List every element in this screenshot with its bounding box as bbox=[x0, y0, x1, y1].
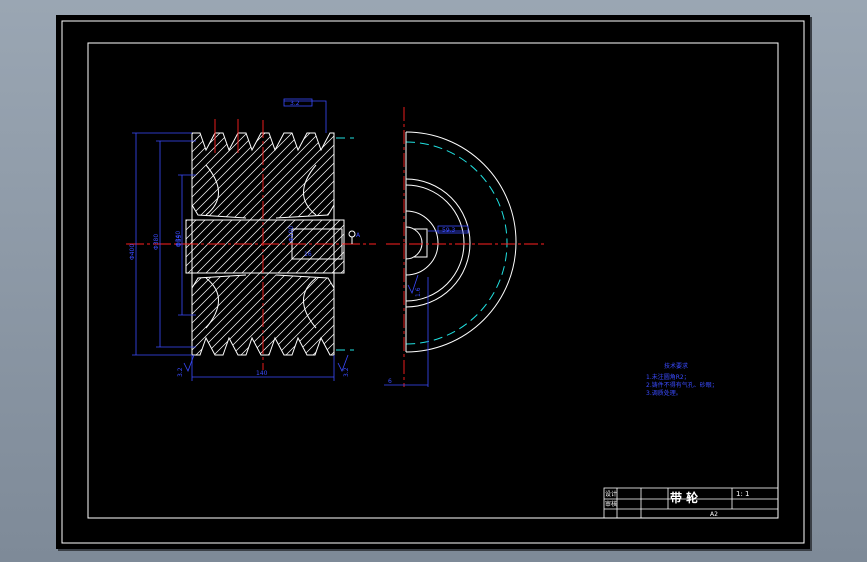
hatch-line bbox=[186, 133, 328, 355]
dim-hub-offset: 6 bbox=[388, 378, 392, 385]
hatch-line bbox=[266, 133, 344, 355]
hatch-line bbox=[248, 133, 344, 355]
hatch-line bbox=[56, 125, 183, 365]
hatch-line bbox=[320, 133, 344, 355]
part-name: 带 轮 bbox=[670, 490, 699, 505]
hatch-line bbox=[186, 133, 292, 355]
hatch-line bbox=[186, 133, 344, 355]
title-block-label-design: 设计 bbox=[605, 490, 617, 498]
scale: 1: 1 bbox=[736, 490, 750, 498]
hatch-line bbox=[257, 133, 344, 355]
roughness-top-value: 3.2 bbox=[290, 100, 300, 107]
rim-outer-arc bbox=[405, 131, 517, 353]
roughness-right-value: 3.2 bbox=[343, 367, 350, 377]
hatch-line bbox=[366, 125, 606, 365]
tech-req-item: 1.未注圆角R2； bbox=[646, 373, 690, 381]
section-datum-circle bbox=[348, 230, 356, 238]
roughness-bore-value: 1.6 bbox=[415, 287, 422, 297]
keyway-slot bbox=[413, 228, 428, 258]
dim-pitch-diameter: Φ380 bbox=[153, 234, 160, 250]
hatch-line bbox=[230, 133, 344, 355]
dim-keyway: 16 bbox=[304, 251, 312, 258]
hatch-line bbox=[186, 133, 193, 355]
hatch-line bbox=[420, 125, 660, 365]
tech-req-heading: 技术要求 bbox=[664, 362, 688, 370]
title-block: 设计 审核 带 轮 1: 1 A2 bbox=[603, 487, 779, 519]
hatch-line bbox=[393, 125, 633, 365]
hatch-line bbox=[293, 133, 344, 355]
dim-width: 140 bbox=[256, 370, 268, 377]
section-mark-label: A bbox=[356, 232, 361, 239]
hatch-line bbox=[186, 133, 310, 355]
hatch-line bbox=[375, 125, 615, 365]
web-curves bbox=[205, 164, 317, 329]
hatch-line bbox=[357, 125, 597, 365]
hatch-line bbox=[186, 133, 344, 355]
hatch-line bbox=[186, 133, 344, 355]
hatch-line bbox=[56, 125, 156, 365]
dim-keyway-depth: 59.3 bbox=[442, 227, 456, 234]
tech-req-item: 3.调质处理。 bbox=[646, 389, 682, 397]
hatch-line bbox=[239, 133, 344, 355]
title-block-label-review: 审核 bbox=[605, 500, 617, 508]
dim-bore-diameter: Φ55 bbox=[176, 234, 183, 247]
section-hatch bbox=[56, 125, 660, 365]
hatch-line bbox=[411, 125, 651, 365]
hatch-line bbox=[384, 125, 624, 365]
hatch-line bbox=[186, 133, 344, 355]
hatch-line bbox=[194, 133, 344, 355]
hatch-line bbox=[203, 133, 344, 355]
pulley-drawing[interactable]: Φ400 Φ380 Φ340 140 3.2 3.2 3.2 Φ55 16 Φ1… bbox=[56, 15, 810, 549]
roughness-left-value: 3.2 bbox=[177, 367, 184, 377]
rim-pitch-circle bbox=[405, 141, 508, 345]
hatch-line bbox=[348, 125, 588, 365]
side-view: 59.3 1.6 6 bbox=[384, 107, 546, 387]
section-view bbox=[56, 119, 660, 370]
dim-hub-diameter: Φ100 bbox=[288, 226, 295, 242]
hatch-line bbox=[186, 133, 319, 355]
technical-requirements: 技术要求 1.未注圆角R2； 2.铸件不得有气孔、砂眼； 3.调质处理。 bbox=[646, 362, 718, 397]
hatch-line bbox=[186, 133, 344, 355]
hatch-line bbox=[329, 133, 344, 355]
hub-bore-outline bbox=[185, 204, 345, 289]
hatch-line bbox=[186, 133, 344, 355]
hatch-line bbox=[56, 125, 165, 365]
outer-sheet-border bbox=[61, 20, 805, 544]
bore-arc bbox=[405, 226, 423, 260]
hatch-line bbox=[186, 133, 283, 355]
dim-outer-diameter: Φ400 bbox=[129, 244, 136, 260]
hatch-line bbox=[186, 133, 229, 355]
sheet-size: A2 bbox=[710, 511, 718, 518]
section-dimensions: Φ400 Φ380 Φ340 140 3.2 3.2 3.2 Φ55 16 Φ1… bbox=[129, 98, 361, 381]
hatch-line bbox=[186, 133, 247, 355]
roughness-symbol-left bbox=[183, 354, 195, 372]
hatch-line bbox=[186, 133, 344, 355]
hatch-line bbox=[284, 133, 344, 355]
tech-req-item: 2.铸件不得有气孔、砂眼； bbox=[646, 381, 718, 389]
hatch-line bbox=[338, 133, 344, 355]
hatch-line bbox=[212, 133, 344, 355]
